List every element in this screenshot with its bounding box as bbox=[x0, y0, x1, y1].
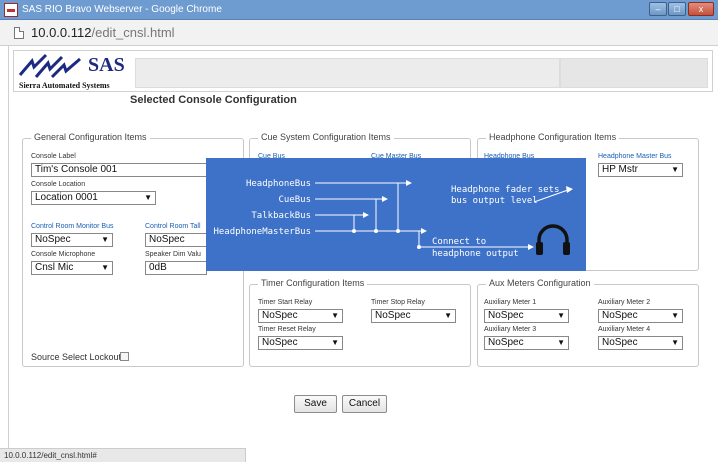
chevron-down-icon: ▼ bbox=[331, 311, 339, 320]
sas-logo: SAS Sierra Automated Systems bbox=[18, 53, 130, 91]
minimize-button[interactable]: – bbox=[649, 2, 667, 16]
page-left-edge bbox=[0, 46, 9, 448]
timer-config-legend: Timer Configuration Items bbox=[258, 278, 368, 288]
routing-diagram-svg: HeadphoneBus CueBus TalkbackBus Headphon… bbox=[213, 179, 573, 259]
diagram-label-headphonebus: HeadphoneBus bbox=[246, 179, 311, 189]
logo-mark-icon bbox=[18, 53, 81, 79]
headphone-master-bus-select[interactable]: HP Mstr ▼ bbox=[598, 163, 683, 177]
window-title: SAS RIO Bravo Webserver - Google Chrome bbox=[22, 4, 222, 15]
timer-reset-relay-select[interactable]: NoSpec ▼ bbox=[258, 336, 343, 350]
chevron-down-icon: ▼ bbox=[444, 311, 452, 320]
headphone-master-bus-value: HP Mstr bbox=[602, 164, 638, 175]
headphone-routing-diagram: HeadphoneBus CueBus TalkbackBus Headphon… bbox=[206, 158, 586, 271]
chevron-down-icon: ▼ bbox=[101, 235, 109, 244]
diagram-note-line1: Headphone fader sets bbox=[451, 185, 559, 195]
diagram-label-cuebus: CueBus bbox=[278, 195, 311, 205]
timer-reset-relay-label: Timer Reset Relay bbox=[258, 326, 316, 333]
maximize-button[interactable]: □ bbox=[668, 2, 686, 16]
aux-meter-3-select[interactable]: NoSpec ▼ bbox=[484, 336, 569, 350]
chevron-down-icon: ▼ bbox=[331, 338, 339, 347]
header-panel bbox=[135, 58, 560, 88]
console-microphone-value: Cnsl Mic bbox=[35, 262, 74, 273]
console-location-select[interactable]: Location 0001 ▼ bbox=[31, 191, 156, 205]
address-bar[interactable]: 10.0.0.112/edit_cnsl.html bbox=[0, 20, 718, 46]
cr-monitor-bus-label[interactable]: Control Room Monitor Bus bbox=[31, 223, 113, 230]
status-bar: 10.0.0.112/edit_cnsl.html# bbox=[0, 448, 246, 462]
headphone-config-legend: Headphone Configuration Items bbox=[486, 132, 620, 142]
aux-meters-legend: Aux Meters Configuration bbox=[486, 278, 594, 288]
aux-meter-3-value: NoSpec bbox=[488, 337, 524, 348]
cr-talkback-select[interactable]: NoSpec bbox=[145, 233, 207, 247]
diagram-connect-line2: headphone output bbox=[432, 249, 519, 259]
source-select-lockout-label: Source Select Lockout bbox=[31, 352, 122, 362]
timer-start-relay-value: NoSpec bbox=[262, 310, 298, 321]
source-select-lockout-checkbox[interactable] bbox=[120, 352, 129, 361]
cancel-button[interactable]: Cancel bbox=[342, 395, 387, 413]
chevron-down-icon: ▼ bbox=[144, 193, 152, 202]
chevron-down-icon: ▼ bbox=[671, 165, 679, 174]
url-path: /edit_cnsl.html bbox=[91, 25, 175, 40]
chevron-down-icon: ▼ bbox=[557, 338, 565, 347]
chevron-down-icon: ▼ bbox=[671, 311, 679, 320]
diagram-label-headphonemasterbus: HeadphoneMasterBus bbox=[213, 227, 311, 237]
speaker-dim-label: Speaker Dim Valu bbox=[145, 251, 201, 258]
console-microphone-label: Console Microphone bbox=[31, 251, 96, 258]
cr-talkback-value: NoSpec bbox=[149, 234, 185, 245]
aux-meter-2-value: NoSpec bbox=[602, 310, 638, 321]
logo-brand: SAS bbox=[88, 54, 125, 76]
chevron-down-icon: ▼ bbox=[101, 263, 109, 272]
url-text[interactable]: 10.0.0.112/edit_cnsl.html bbox=[31, 25, 175, 40]
aux-meter-1-label: Auxiliary Meter 1 bbox=[484, 299, 537, 306]
timer-stop-relay-label: Timer Stop Relay bbox=[371, 299, 425, 306]
console-location-value: Location 0001 bbox=[35, 192, 98, 203]
aux-meter-3-label: Auxiliary Meter 3 bbox=[484, 326, 537, 333]
chevron-down-icon: ▼ bbox=[557, 311, 565, 320]
aux-meter-2-select[interactable]: NoSpec ▼ bbox=[598, 309, 683, 323]
page-title: Selected Console Configuration bbox=[130, 94, 297, 106]
aux-meters-fieldset: Aux Meters Configuration Auxiliary Meter… bbox=[477, 278, 699, 367]
timer-start-relay-select[interactable]: NoSpec ▼ bbox=[258, 309, 343, 323]
aux-meter-4-label: Auxiliary Meter 4 bbox=[598, 326, 651, 333]
speaker-dim-value: 0dB bbox=[149, 262, 167, 273]
cr-monitor-bus-select[interactable]: NoSpec ▼ bbox=[31, 233, 113, 247]
diagram-note-line2: bus output level bbox=[451, 196, 538, 206]
close-button[interactable]: x bbox=[688, 2, 714, 16]
timer-stop-relay-value: NoSpec bbox=[375, 310, 411, 321]
diagram-connect-line1: Connect to bbox=[432, 237, 486, 247]
page-header: SAS Sierra Automated Systems bbox=[13, 50, 713, 92]
diagram-label-talkbackbus: TalkbackBus bbox=[251, 211, 311, 221]
console-location-label: Console Location bbox=[31, 181, 86, 188]
cr-monitor-bus-value: NoSpec bbox=[35, 234, 71, 245]
general-config-legend: General Configuration Items bbox=[31, 132, 150, 142]
cue-config-legend: Cue System Configuration Items bbox=[258, 132, 394, 142]
console-label-input[interactable]: Tim's Console 001 bbox=[31, 163, 231, 177]
chevron-down-icon: ▼ bbox=[671, 338, 679, 347]
app-icon bbox=[4, 3, 18, 17]
headphone-master-bus-label[interactable]: Headphone Master Bus bbox=[598, 153, 672, 160]
aux-meter-1-select[interactable]: NoSpec ▼ bbox=[484, 309, 569, 323]
header-panel-right bbox=[560, 58, 708, 88]
logo-company: Sierra Automated Systems bbox=[19, 81, 110, 90]
page-icon bbox=[14, 27, 24, 39]
browser-window: SAS RIO Bravo Webserver - Google Chrome … bbox=[0, 0, 718, 462]
timer-config-fieldset: Timer Configuration Items Timer Start Re… bbox=[249, 278, 471, 367]
aux-meter-4-select[interactable]: NoSpec ▼ bbox=[598, 336, 683, 350]
title-bar: SAS RIO Bravo Webserver - Google Chrome … bbox=[0, 0, 718, 20]
url-host: 10.0.0.112 bbox=[31, 25, 92, 40]
console-label-label: Console Label bbox=[31, 153, 76, 160]
cr-talkback-label[interactable]: Control Room Tall bbox=[145, 223, 201, 230]
aux-meter-1-value: NoSpec bbox=[488, 310, 524, 321]
console-microphone-select[interactable]: Cnsl Mic ▼ bbox=[31, 261, 113, 275]
speaker-dim-select[interactable]: 0dB bbox=[145, 261, 207, 275]
timer-start-relay-label: Timer Start Relay bbox=[258, 299, 313, 306]
timer-reset-relay-value: NoSpec bbox=[262, 337, 298, 348]
aux-meter-2-label: Auxiliary Meter 2 bbox=[598, 299, 651, 306]
timer-stop-relay-select[interactable]: NoSpec ▼ bbox=[371, 309, 456, 323]
save-button[interactable]: Save bbox=[294, 395, 337, 413]
aux-meter-4-value: NoSpec bbox=[602, 337, 638, 348]
headphones-icon bbox=[536, 224, 570, 255]
